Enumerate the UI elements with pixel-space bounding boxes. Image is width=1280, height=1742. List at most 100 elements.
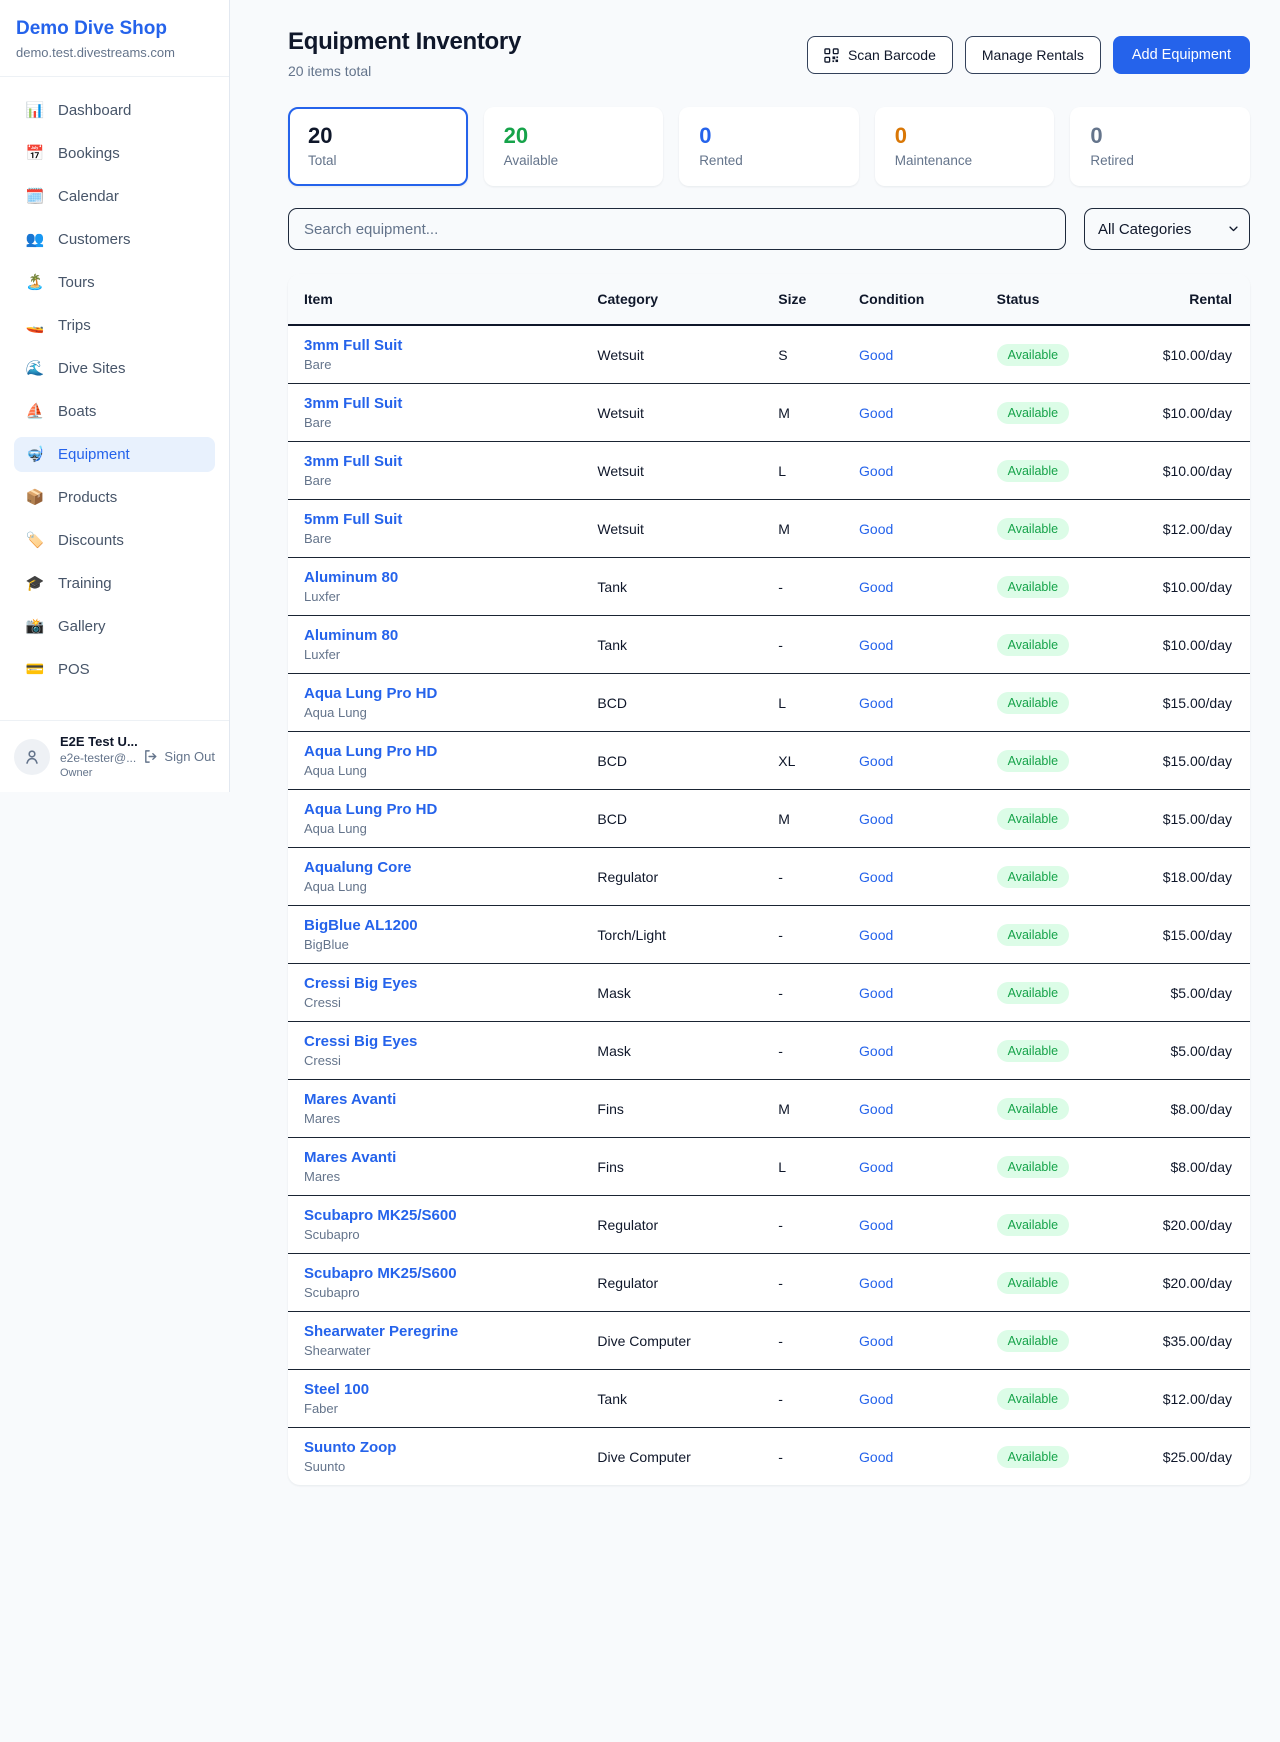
sidebar-item-bookings[interactable]: 📅Bookings bbox=[14, 136, 215, 171]
table-row: 5mm Full SuitBareWetsuitMGoodAvailable$1… bbox=[288, 500, 1250, 558]
manage-rentals-button[interactable]: Manage Rentals bbox=[965, 36, 1101, 74]
sidebar-item-products[interactable]: 📦Products bbox=[14, 480, 215, 515]
sign-out-button[interactable]: Sign Out bbox=[143, 749, 215, 764]
table-row: Cressi Big EyesCressiMask-GoodAvailable$… bbox=[288, 964, 1250, 1022]
rental-price: $5.00/day bbox=[1171, 985, 1233, 1001]
category-select[interactable]: All Categories bbox=[1084, 208, 1250, 250]
condition-link[interactable]: Good bbox=[859, 1043, 893, 1059]
item-name-link[interactable]: 5mm Full Suit bbox=[304, 511, 565, 528]
condition-link[interactable]: Good bbox=[859, 869, 893, 885]
table-row: Scubapro MK25/S600ScubaproRegulator-Good… bbox=[288, 1254, 1250, 1312]
condition-link[interactable]: Good bbox=[859, 927, 893, 943]
status-badge: Available bbox=[997, 1388, 1070, 1410]
stat-card-total[interactable]: 20Total bbox=[288, 107, 468, 186]
item-category: BCD bbox=[581, 790, 762, 848]
condition-link[interactable]: Good bbox=[859, 811, 893, 827]
item-name-link[interactable]: Aqualung Core bbox=[304, 859, 565, 876]
table-row: Scubapro MK25/S600ScubaproRegulator-Good… bbox=[288, 1196, 1250, 1254]
item-category: BCD bbox=[581, 732, 762, 790]
column-header-status: Status bbox=[981, 274, 1131, 325]
item-size: L bbox=[762, 1138, 843, 1196]
sidebar-item-calendar[interactable]: 🗓️Calendar bbox=[14, 179, 215, 214]
sidebar-item-label: Dive Sites bbox=[58, 360, 126, 377]
item-name-link[interactable]: BigBlue AL1200 bbox=[304, 917, 565, 934]
item-name-link[interactable]: Scubapro MK25/S600 bbox=[304, 1207, 565, 1224]
item-name-link[interactable]: Aqua Lung Pro HD bbox=[304, 685, 565, 702]
add-equipment-button[interactable]: Add Equipment bbox=[1113, 36, 1250, 74]
condition-link[interactable]: Good bbox=[859, 347, 893, 363]
condition-link[interactable]: Good bbox=[859, 1159, 893, 1175]
item-name-link[interactable]: 3mm Full Suit bbox=[304, 337, 565, 354]
sidebar-item-dive-sites[interactable]: 🌊Dive Sites bbox=[14, 351, 215, 386]
sidebar-item-training[interactable]: 🎓Training bbox=[14, 566, 215, 601]
item-size: - bbox=[762, 558, 843, 616]
item-name-link[interactable]: 3mm Full Suit bbox=[304, 453, 565, 470]
item-name-link[interactable]: Mares Avanti bbox=[304, 1149, 565, 1166]
rental-price: $12.00/day bbox=[1163, 521, 1232, 537]
item-size: M bbox=[762, 1080, 843, 1138]
sidebar-item-pos[interactable]: 💳POS bbox=[14, 652, 215, 687]
condition-link[interactable]: Good bbox=[859, 1391, 893, 1407]
condition-link[interactable]: Good bbox=[859, 753, 893, 769]
item-name-link[interactable]: Aqua Lung Pro HD bbox=[304, 801, 565, 818]
sidebar-item-dashboard[interactable]: 📊Dashboard bbox=[14, 93, 215, 128]
sidebar-item-tours[interactable]: 🏝️Tours bbox=[14, 265, 215, 300]
equipment-table: ItemCategorySizeConditionStatusRental 3m… bbox=[288, 274, 1250, 1485]
item-name-link[interactable]: Aluminum 80 bbox=[304, 569, 565, 586]
condition-link[interactable]: Good bbox=[859, 463, 893, 479]
item-brand: Shearwater bbox=[304, 1343, 565, 1358]
condition-link[interactable]: Good bbox=[859, 637, 893, 653]
item-name-link[interactable]: Cressi Big Eyes bbox=[304, 1033, 565, 1050]
item-name-link[interactable]: Mares Avanti bbox=[304, 1091, 565, 1108]
sidebar-item-label: Customers bbox=[58, 231, 131, 248]
item-name-link[interactable]: Steel 100 bbox=[304, 1381, 565, 1398]
search-input[interactable] bbox=[288, 208, 1066, 250]
condition-link[interactable]: Good bbox=[859, 405, 893, 421]
item-category: Torch/Light bbox=[581, 906, 762, 964]
stat-card-rented[interactable]: 0Rented bbox=[679, 107, 859, 186]
item-name-link[interactable]: Suunto Zoop bbox=[304, 1439, 565, 1456]
rental-price: $10.00/day bbox=[1163, 405, 1232, 421]
sidebar-item-discounts[interactable]: 🏷️Discounts bbox=[14, 523, 215, 558]
table-row: Steel 100FaberTank-GoodAvailable$12.00/d… bbox=[288, 1370, 1250, 1428]
condition-link[interactable]: Good bbox=[859, 985, 893, 1001]
item-category: Fins bbox=[581, 1080, 762, 1138]
item-brand: Luxfer bbox=[304, 589, 565, 604]
stat-card-maintenance[interactable]: 0Maintenance bbox=[875, 107, 1055, 186]
table-row: 3mm Full SuitBareWetsuitMGoodAvailable$1… bbox=[288, 384, 1250, 442]
sidebar-nav: 📊Dashboard 📅Bookings 🗓️Calendar 👥Customers 🏝… bbox=[0, 77, 229, 695]
condition-link[interactable]: Good bbox=[859, 1275, 893, 1291]
item-category: Wetsuit bbox=[581, 500, 762, 558]
sidebar-item-gallery[interactable]: 📸Gallery bbox=[14, 609, 215, 644]
item-name-link[interactable]: Aluminum 80 bbox=[304, 627, 565, 644]
stat-card-retired[interactable]: 0Retired bbox=[1070, 107, 1250, 186]
condition-link[interactable]: Good bbox=[859, 579, 893, 595]
scan-barcode-button[interactable]: Scan Barcode bbox=[807, 36, 953, 74]
item-name-link[interactable]: 3mm Full Suit bbox=[304, 395, 565, 412]
status-badge: Available bbox=[997, 344, 1070, 366]
table-row: 3mm Full SuitBareWetsuitSGoodAvailable$1… bbox=[288, 325, 1250, 384]
condition-link[interactable]: Good bbox=[859, 695, 893, 711]
graduation-cap-icon: 🎓 bbox=[25, 576, 45, 591]
condition-link[interactable]: Good bbox=[859, 1449, 893, 1465]
brand-name[interactable]: Demo Dive Shop bbox=[16, 18, 213, 40]
sidebar-item-boats[interactable]: ⛵Boats bbox=[14, 394, 215, 429]
item-category: Tank bbox=[581, 1370, 762, 1428]
condition-link[interactable]: Good bbox=[859, 521, 893, 537]
status-badge: Available bbox=[997, 866, 1070, 888]
item-size: - bbox=[762, 1196, 843, 1254]
item-name-link[interactable]: Scubapro MK25/S600 bbox=[304, 1265, 565, 1282]
item-name-link[interactable]: Aqua Lung Pro HD bbox=[304, 743, 565, 760]
condition-link[interactable]: Good bbox=[859, 1333, 893, 1349]
stat-label: Retired bbox=[1090, 153, 1230, 168]
condition-link[interactable]: Good bbox=[859, 1101, 893, 1117]
condition-link[interactable]: Good bbox=[859, 1217, 893, 1233]
item-name-link[interactable]: Shearwater Peregrine bbox=[304, 1323, 565, 1340]
sidebar-item-equipment[interactable]: 🤿Equipment bbox=[14, 437, 215, 472]
item-size: L bbox=[762, 442, 843, 500]
sign-out-icon bbox=[143, 749, 158, 764]
stat-card-available[interactable]: 20Available bbox=[484, 107, 664, 186]
item-name-link[interactable]: Cressi Big Eyes bbox=[304, 975, 565, 992]
sidebar-item-customers[interactable]: 👥Customers bbox=[14, 222, 215, 257]
sidebar-item-trips[interactable]: 🚤Trips bbox=[14, 308, 215, 343]
